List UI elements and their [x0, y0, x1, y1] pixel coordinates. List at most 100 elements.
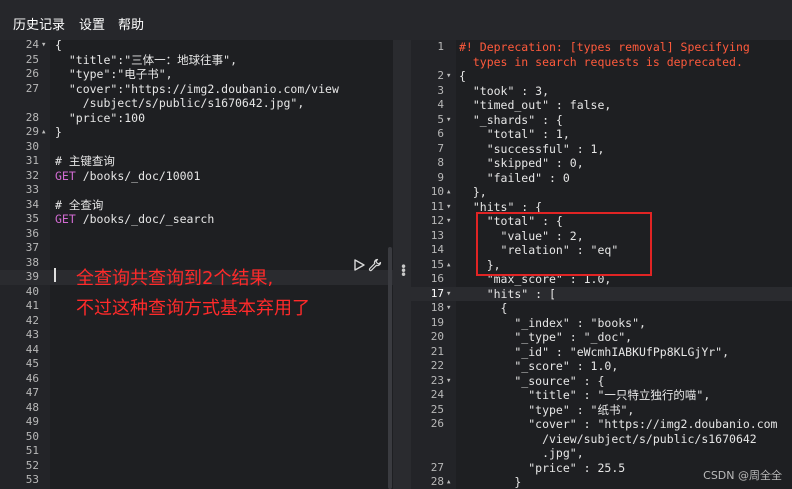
code-text: "successful" : 1,: [459, 141, 605, 157]
line-number: 36: [25, 226, 39, 240]
menu-settings[interactable]: 设置: [79, 14, 105, 33]
code-token: "failed" : 0: [459, 170, 570, 185]
fold-close-icon[interactable]: ▴: [446, 185, 451, 200]
pane-divider[interactable]: • • •: [393, 40, 411, 489]
editor-scrollbar[interactable]: [388, 247, 392, 489]
code-text: "took" : 3,: [459, 84, 549, 99]
editor-line: 28 "price":100: [0, 111, 393, 126]
response-line: 1 #! Deprecation: [types removal] Specify…: [411, 40, 792, 55]
code-token: "cover" : "https://img2.doubanio.com: [459, 417, 778, 431]
code-token: # 主键查询: [55, 154, 115, 168]
line-number: 51: [25, 444, 39, 457]
fold-close-icon[interactable]: ▴: [446, 475, 451, 489]
line-number: 10: [430, 185, 444, 198]
line-number: 39: [25, 270, 39, 283]
wrench-icon[interactable]: [368, 258, 382, 272]
fold-open-icon[interactable]: ▾: [446, 113, 451, 128]
fold-open-icon[interactable]: ▾: [446, 69, 451, 84]
fold-open-icon[interactable]: ▾: [446, 214, 451, 229]
line-number: 46: [25, 371, 39, 385]
code-text: "cover":"https://img2.doubanio.com/view: [55, 82, 339, 97]
line-number: 12: [430, 214, 444, 227]
code-text: #! Deprecation: [types removal] Specifyi…: [459, 40, 750, 55]
code-token: "_type" : "_doc",: [459, 330, 633, 344]
response-line: 19 "_index" : "books",: [411, 316, 792, 331]
watermark: CSDN @周全全: [703, 469, 782, 482]
code-text: GET /books/_doc/_search: [55, 212, 214, 227]
editor-line: 46: [0, 372, 393, 387]
response-line: 3 "took" : 3,: [411, 84, 792, 99]
menu-help[interactable]: 帮助: [118, 14, 144, 33]
line-number: 22: [430, 359, 444, 372]
fold-open-icon[interactable]: ▾: [446, 200, 451, 215]
line-number: 7: [437, 141, 444, 155]
line-number: 40: [25, 284, 39, 298]
code-token: types in search requests is deprecated.: [459, 54, 743, 69]
editor-line: 37: [0, 241, 393, 256]
line-number: 11: [430, 199, 444, 213]
line-number: 49: [25, 415, 39, 428]
code-text: }: [459, 475, 521, 489]
fold-open-icon[interactable]: ▾: [446, 301, 451, 316]
editor-line: 47: [0, 386, 393, 401]
fold-open-icon[interactable]: ▾: [41, 40, 46, 53]
line-number: 2: [437, 69, 444, 82]
line-number: 24: [25, 40, 39, 51]
line-number: 14: [430, 243, 444, 256]
menu-bar: 历史记录 设置 帮助: [0, 0, 792, 40]
code-token: "title":"三体一：地球往事",: [55, 52, 238, 67]
editor-line: 48: [0, 401, 393, 416]
editor-line: 25 "title":"三体一：地球往事",: [0, 53, 393, 68]
line-number: 27: [25, 81, 39, 95]
editor-line: 32 GET /books/_doc/10001: [0, 169, 393, 184]
line-number: 25: [25, 52, 39, 66]
response-line: 18 ▾ {: [411, 301, 792, 316]
line-number: 25: [430, 402, 444, 416]
code-text: }: [55, 125, 62, 140]
line-number: 34: [25, 197, 39, 211]
code-token: GET: [55, 168, 76, 183]
editor-line: 43: [0, 328, 393, 343]
code-token: # 全查询: [55, 197, 104, 212]
line-number: 41: [25, 299, 39, 312]
line-number: 29: [25, 125, 39, 138]
code-text: "_id" : "eWcmhIABKUfPp8KLGjYr",: [459, 345, 729, 360]
resize-handle-icon[interactable]: • • •: [400, 261, 407, 281]
menu-history[interactable]: 历史记录: [13, 14, 65, 33]
line-number: 28: [430, 475, 444, 488]
line-number: 37: [25, 241, 39, 254]
code-token: {: [459, 301, 508, 315]
line-number: 9: [437, 170, 444, 184]
code-token: /subject/s/public/s1670642.jpg",: [55, 96, 305, 110]
code-text: {: [459, 69, 466, 84]
code-token: "_score" : 1.0,: [459, 359, 619, 373]
code-text: "skipped" : 0,: [459, 156, 584, 171]
code-token: "cover":"https://img2.doubanio.com/view: [55, 81, 339, 96]
code-token: "type":"电子书",: [55, 67, 173, 81]
fold-open-icon[interactable]: ▾: [446, 287, 451, 302]
code-text: types in search requests is deprecated.: [459, 55, 743, 70]
code-text: "_shards" : {: [459, 113, 563, 128]
line-number: 53: [25, 473, 39, 486]
line-number: 48: [25, 400, 39, 414]
code-token: /view/subject/s/public/s1670642: [459, 431, 757, 446]
line-number: 21: [430, 344, 444, 358]
fold-close-icon[interactable]: ▴: [41, 125, 46, 140]
code-text: "timed_out" : false,: [459, 98, 611, 113]
editor-line: 33: [0, 183, 393, 198]
line-number: 19: [430, 315, 444, 329]
code-token: "type" : "纸书",: [459, 402, 635, 417]
response-line: 24 "title" : "一只特立独行的喵",: [411, 388, 792, 403]
line-number: 32: [25, 168, 39, 182]
code-token: "skipped" : 0,: [459, 156, 584, 170]
play-icon[interactable]: [352, 258, 366, 272]
code-text: "title":"三体一：地球往事",: [55, 53, 237, 68]
response-line: /view/subject/s/public/s1670642: [411, 432, 792, 447]
code-token: "successful" : 1,: [459, 141, 605, 156]
editor-line: 31 # 主键查询: [0, 154, 393, 169]
fold-open-icon[interactable]: ▾: [446, 374, 451, 389]
code-text: # 全查询: [55, 198, 103, 213]
fold-close-icon[interactable]: ▴: [446, 258, 451, 273]
editor-line: 30: [0, 140, 393, 155]
editor-line: 29 ▴}: [0, 125, 393, 140]
